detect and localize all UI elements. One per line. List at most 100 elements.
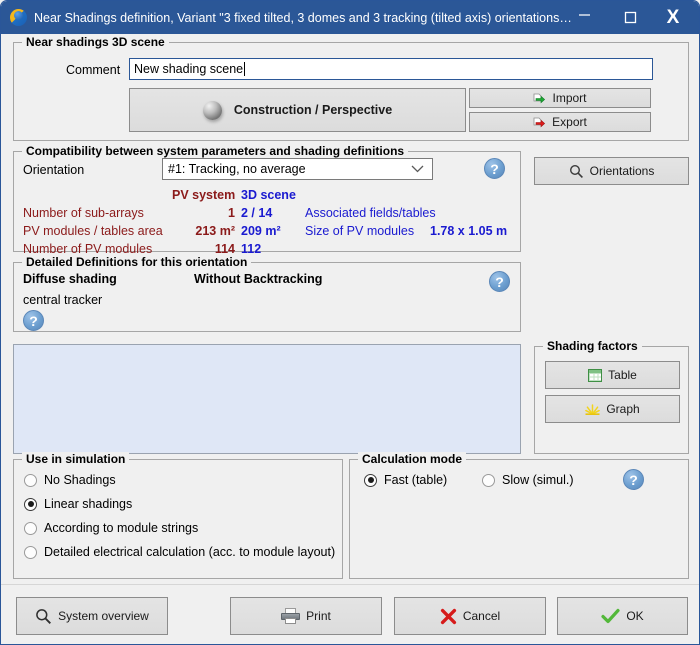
- sunburst-icon: [585, 403, 601, 415]
- maximize-button[interactable]: [607, 1, 653, 34]
- row-extra-size-value: 1.78 x 1.05 m: [430, 224, 508, 238]
- export-arrow-icon: [533, 117, 546, 127]
- radio-no-shadings[interactable]: No Shadings: [24, 473, 116, 487]
- titlebar: Near Shadings definition, Variant "3 fix…: [1, 1, 699, 34]
- row-value-modules-area-3d: 209 m²: [241, 224, 281, 238]
- shading-factors-group: Shading factors Table Graph: [534, 339, 689, 454]
- orientations-button[interactable]: Orientations: [534, 157, 689, 185]
- shading-results-listbox[interactable]: [13, 344, 521, 454]
- print-label: Print: [306, 609, 331, 623]
- calculation-mode-legend: Calculation mode: [358, 452, 467, 466]
- text-caret: [244, 62, 246, 76]
- orientation-label: Orientation: [23, 163, 85, 177]
- row-extra-associated-fields: Associated fields/tables: [305, 206, 436, 220]
- row-value-sub-arrays-3d: 2 / 14: [241, 206, 273, 220]
- close-x-icon: [440, 608, 456, 624]
- radio-linear-shadings[interactable]: Linear shadings: [24, 497, 132, 511]
- compatibility-help-icon[interactable]: ?: [484, 158, 505, 179]
- compatibility-group: Compatibility between system parameters …: [13, 144, 521, 256]
- row-label-num-modules: Number of PV modules: [23, 242, 153, 256]
- radio-detailed-electrical[interactable]: Detailed electrical calculation (acc. to…: [24, 545, 335, 559]
- radio-detailed-electrical-indicator: [24, 545, 37, 559]
- calculation-mode-help-icon[interactable]: ?: [623, 469, 644, 490]
- export-label: Export: [552, 115, 587, 129]
- cancel-label: Cancel: [462, 609, 501, 623]
- radio-fast-table-label: Fast (table): [384, 473, 448, 487]
- orientation-selected-value: #1: Tracking, no average: [168, 162, 306, 176]
- detailed-group-help-icon[interactable]: ?: [489, 271, 510, 292]
- ok-label: OK: [626, 609, 644, 623]
- detailed-definitions-group: Detailed Definitions for this orientatio…: [13, 255, 521, 332]
- use-in-simulation-legend: Use in simulation: [22, 452, 130, 466]
- backtracking-label: Without Backtracking: [194, 272, 323, 286]
- ok-button[interactable]: OK: [557, 597, 688, 635]
- app-sphere-icon: [10, 9, 27, 26]
- sphere-3d-icon: [202, 100, 222, 120]
- checkmark-icon: [601, 608, 620, 623]
- row-value-sub-arrays-pv: 1: [228, 206, 235, 220]
- radio-fast-table[interactable]: Fast (table): [364, 473, 447, 487]
- row-extra-size-of-modules: Size of PV modules: [305, 224, 415, 238]
- system-overview-label: System overview: [58, 609, 149, 623]
- dialog-client-area: Near shadings 3D scene Comment New shadi…: [1, 34, 699, 644]
- detailed-tracker-help-icon[interactable]: ?: [23, 310, 44, 331]
- dialog-footer: System overview Print Cancel OK: [1, 584, 699, 644]
- col-header-pv-system: PV system: [172, 188, 236, 202]
- radio-module-strings-indicator: [24, 521, 37, 535]
- radio-no-shadings-label: No Shadings: [44, 473, 116, 487]
- import-arrow-icon: [534, 93, 546, 103]
- scene-group-legend: Near shadings 3D scene: [22, 35, 169, 49]
- cancel-button[interactable]: Cancel: [394, 597, 546, 635]
- central-tracker-text: central tracker: [23, 293, 103, 307]
- near-shadings-3d-scene-group: Near shadings 3D scene Comment New shadi…: [13, 35, 689, 141]
- calculation-mode-group: Calculation mode Fast (table) Slow (simu…: [349, 452, 689, 579]
- orientation-select[interactable]: #1: Tracking, no average: [162, 158, 433, 180]
- export-button[interactable]: Export: [469, 112, 651, 132]
- comment-input-value: New shading scene: [134, 62, 244, 76]
- search-icon: [569, 164, 583, 178]
- import-label: Import: [552, 91, 587, 105]
- diffuse-shading-label: Diffuse shading: [23, 272, 117, 286]
- near-shadings-dialog: Near Shadings definition, Variant "3 fix…: [0, 0, 700, 645]
- row-value-modules-area-pv: 213 m²: [195, 224, 235, 238]
- detailed-group-legend: Detailed Definitions for this orientatio…: [22, 255, 252, 269]
- table-grid-icon: [588, 368, 603, 382]
- close-button[interactable]: X: [653, 1, 699, 34]
- radio-slow-simul-indicator: [482, 473, 495, 487]
- construction-perspective-button[interactable]: Construction / Perspective: [129, 88, 466, 132]
- construction-perspective-label: Construction / Perspective: [233, 103, 393, 117]
- radio-linear-shadings-label: Linear shadings: [44, 497, 133, 511]
- row-label-modules-area: PV modules / tables area: [23, 224, 163, 238]
- row-label-sub-arrays: Number of sub-arrays: [23, 206, 144, 220]
- radio-detailed-electrical-label: Detailed electrical calculation (acc. to…: [44, 545, 336, 559]
- col-header-3d-scene: 3D scene: [241, 188, 296, 202]
- compatibility-group-legend: Compatibility between system parameters …: [22, 144, 409, 158]
- orientations-label: Orientations: [589, 164, 655, 178]
- window-controls: X: [561, 1, 699, 34]
- radio-slow-simul[interactable]: Slow (simul.): [482, 473, 574, 487]
- row-value-num-modules-3d: 112: [241, 242, 262, 256]
- shading-table-label: Table: [608, 368, 637, 382]
- comment-input[interactable]: New shading scene: [129, 58, 653, 80]
- radio-slow-simul-label: Slow (simul.): [502, 473, 574, 487]
- radio-module-strings-label: According to module strings: [44, 521, 199, 535]
- radio-module-strings[interactable]: According to module strings: [24, 521, 198, 535]
- radio-no-shadings-indicator: [24, 473, 37, 487]
- shading-graph-label: Graph: [606, 402, 640, 416]
- shading-factors-legend: Shading factors: [543, 339, 642, 353]
- use-in-simulation-group: Use in simulation No Shadings Linear sha…: [13, 452, 343, 579]
- print-button[interactable]: Print: [230, 597, 382, 635]
- radio-linear-shadings-indicator: [24, 497, 37, 511]
- printer-icon: [281, 608, 301, 624]
- window-title: Near Shadings definition, Variant "3 fix…: [34, 10, 574, 25]
- shading-table-button[interactable]: Table: [545, 361, 680, 389]
- radio-fast-table-indicator: [364, 473, 377, 487]
- import-button[interactable]: Import: [469, 88, 651, 108]
- comment-label: Comment: [66, 63, 121, 77]
- search-icon: [36, 608, 52, 624]
- minimize-button[interactable]: [561, 1, 607, 34]
- shading-graph-button[interactable]: Graph: [545, 395, 680, 423]
- chevron-down-icon: [411, 165, 424, 174]
- system-overview-button[interactable]: System overview: [16, 597, 168, 635]
- row-value-num-modules-pv: 114: [214, 242, 235, 256]
